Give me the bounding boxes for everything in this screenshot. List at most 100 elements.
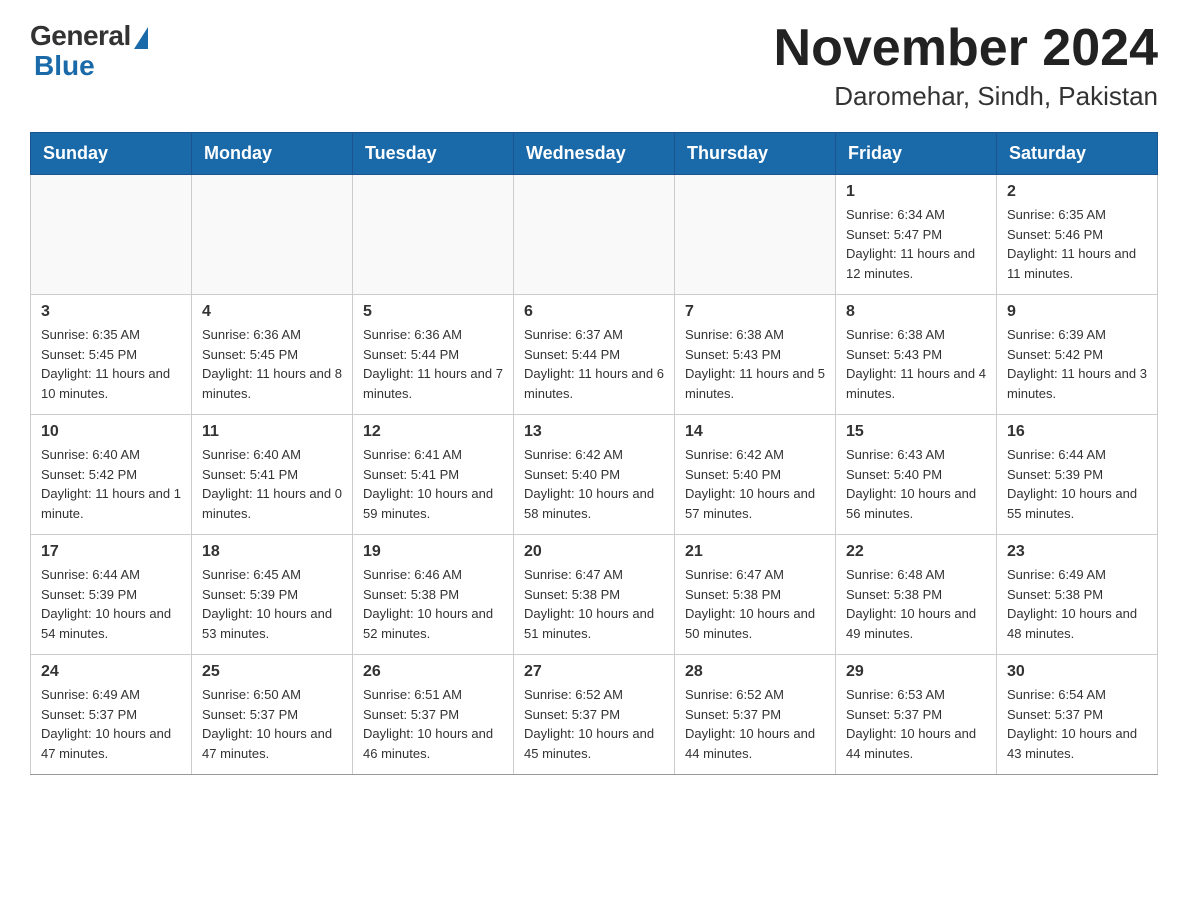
calendar-cell: 26Sunrise: 6:51 AM Sunset: 5:37 PM Dayli… [353, 655, 514, 775]
day-info: Sunrise: 6:36 AM Sunset: 5:45 PM Dayligh… [202, 325, 342, 403]
day-number: 27 [524, 663, 664, 681]
calendar-cell: 22 Sunrise: 6:48 AM Sunset: 5:38 PM Dayli… [836, 535, 997, 655]
calendar-cell: 27 Sunrise: 6:52 AM Sunset: 5:37 PM Dayli… [514, 655, 675, 775]
day-info: Sunrise: 6:52 AM Sunset: 5:37 PM Dayligh… [685, 685, 825, 763]
calendar-cell: 8 Sunrise: 6:38 AM Sunset: 5:43 PM Daylig… [836, 295, 997, 415]
day-info: Sunrise: 6:47 AM Sunset: 5:38 PM Dayligh… [685, 565, 825, 643]
week-row-2: 3 Sunrise: 6:35 AM Sunset: 5:45 PM Daylig… [31, 295, 1158, 415]
day-number: 25 [202, 663, 342, 681]
day-number: 18 [202, 543, 342, 561]
day-number: 1 [846, 183, 986, 201]
calendar-cell: 10 Sunrise: 6:40 AM Sunset: 5:42 PM Dayli… [31, 415, 192, 535]
calendar-cell: 2 Sunrise: 6:35 AM Sunset: 5:46 PM Daylig… [997, 175, 1158, 295]
column-header-tuesday: Tuesday [353, 133, 514, 175]
calendar-cell: 25Sunrise: 6:50 AM Sunset: 5:37 PM Dayli… [192, 655, 353, 775]
calendar-cell: 16Sunrise: 6:44 AM Sunset: 5:39 PM Dayli… [997, 415, 1158, 535]
day-number: 5 [363, 303, 503, 321]
calendar-cell: 18 Sunrise: 6:45 AM Sunset: 5:39 PM Dayli… [192, 535, 353, 655]
day-info: Sunrise: 6:41 AM Sunset: 5:41 PM Dayligh… [363, 445, 503, 523]
day-info: Sunrise: 6:42 AM Sunset: 5:40 PM Dayligh… [685, 445, 825, 523]
page-header: General Blue November 2024 Daromehar, Si… [30, 20, 1158, 112]
day-number: 2 [1007, 183, 1147, 201]
calendar-cell: 3 Sunrise: 6:35 AM Sunset: 5:45 PM Daylig… [31, 295, 192, 415]
day-info: Sunrise: 6:53 AM Sunset: 5:37 PM Dayligh… [846, 685, 986, 763]
week-row-5: 24 Sunrise: 6:49 AM Sunset: 5:37 PM Dayli… [31, 655, 1158, 775]
day-info: Sunrise: 6:35 AM Sunset: 5:45 PM Dayligh… [41, 325, 181, 403]
day-number: 21 [685, 543, 825, 561]
day-info: Sunrise: 6:52 AM Sunset: 5:37 PM Dayligh… [524, 685, 664, 763]
day-info: Sunrise: 6:35 AM Sunset: 5:46 PM Dayligh… [1007, 205, 1147, 283]
month-title: November 2024 [774, 20, 1158, 77]
calendar-cell: 7Sunrise: 6:38 AM Sunset: 5:43 PM Daylig… [675, 295, 836, 415]
day-number: 8 [846, 303, 986, 321]
day-number: 20 [524, 543, 664, 561]
day-info: Sunrise: 6:45 AM Sunset: 5:39 PM Dayligh… [202, 565, 342, 643]
logo-blue-text: Blue [34, 50, 95, 82]
calendar-cell: 15Sunrise: 6:43 AM Sunset: 5:40 PM Dayli… [836, 415, 997, 535]
calendar-cell: 21 Sunrise: 6:47 AM Sunset: 5:38 PM Dayli… [675, 535, 836, 655]
day-info: Sunrise: 6:37 AM Sunset: 5:44 PM Dayligh… [524, 325, 664, 403]
calendar-cell: 20Sunrise: 6:47 AM Sunset: 5:38 PM Dayli… [514, 535, 675, 655]
calendar-table: SundayMondayTuesdayWednesdayThursdayFrid… [30, 132, 1158, 775]
calendar-cell: 1 Sunrise: 6:34 AM Sunset: 5:47 PM Daylig… [836, 175, 997, 295]
location-subtitle: Daromehar, Sindh, Pakistan [774, 81, 1158, 112]
day-number: 13 [524, 423, 664, 441]
day-info: Sunrise: 6:38 AM Sunset: 5:43 PM Dayligh… [685, 325, 825, 403]
logo-general-text: General [30, 20, 131, 52]
day-number: 29 [846, 663, 986, 681]
calendar-cell: 12Sunrise: 6:41 AM Sunset: 5:41 PM Dayli… [353, 415, 514, 535]
calendar-cell: 6Sunrise: 6:37 AM Sunset: 5:44 PM Daylig… [514, 295, 675, 415]
column-header-saturday: Saturday [997, 133, 1158, 175]
calendar-cell: 17Sunrise: 6:44 AM Sunset: 5:39 PM Dayli… [31, 535, 192, 655]
day-number: 30 [1007, 663, 1147, 681]
calendar-header-row: SundayMondayTuesdayWednesdayThursdayFrid… [31, 133, 1158, 175]
day-info: Sunrise: 6:39 AM Sunset: 5:42 PM Dayligh… [1007, 325, 1147, 403]
logo: General Blue [30, 20, 148, 82]
day-number: 22 [846, 543, 986, 561]
calendar-cell [31, 175, 192, 295]
calendar-cell [514, 175, 675, 295]
day-number: 28 [685, 663, 825, 681]
calendar-cell: 5 Sunrise: 6:36 AM Sunset: 5:44 PM Daylig… [353, 295, 514, 415]
calendar-cell: 9 Sunrise: 6:39 AM Sunset: 5:42 PM Daylig… [997, 295, 1158, 415]
week-row-3: 10 Sunrise: 6:40 AM Sunset: 5:42 PM Dayli… [31, 415, 1158, 535]
day-info: Sunrise: 6:42 AM Sunset: 5:40 PM Dayligh… [524, 445, 664, 523]
day-info: Sunrise: 6:51 AM Sunset: 5:37 PM Dayligh… [363, 685, 503, 763]
day-number: 15 [846, 423, 986, 441]
calendar-cell: 13 Sunrise: 6:42 AM Sunset: 5:40 PM Dayli… [514, 415, 675, 535]
day-info: Sunrise: 6:49 AM Sunset: 5:37 PM Dayligh… [41, 685, 181, 763]
day-info: Sunrise: 6:44 AM Sunset: 5:39 PM Dayligh… [1007, 445, 1147, 523]
week-row-1: 1 Sunrise: 6:34 AM Sunset: 5:47 PM Daylig… [31, 175, 1158, 295]
day-info: Sunrise: 6:40 AM Sunset: 5:42 PM Dayligh… [41, 445, 181, 523]
column-header-thursday: Thursday [675, 133, 836, 175]
day-number: 23 [1007, 543, 1147, 561]
calendar-cell: 30Sunrise: 6:54 AM Sunset: 5:37 PM Dayli… [997, 655, 1158, 775]
column-header-monday: Monday [192, 133, 353, 175]
column-header-sunday: Sunday [31, 133, 192, 175]
day-number: 4 [202, 303, 342, 321]
week-row-4: 17Sunrise: 6:44 AM Sunset: 5:39 PM Dayli… [31, 535, 1158, 655]
day-number: 19 [363, 543, 503, 561]
day-info: Sunrise: 6:40 AM Sunset: 5:41 PM Dayligh… [202, 445, 342, 523]
logo-triangle-icon [134, 27, 148, 49]
calendar-cell: 28 Sunrise: 6:52 AM Sunset: 5:37 PM Dayli… [675, 655, 836, 775]
column-header-wednesday: Wednesday [514, 133, 675, 175]
day-info: Sunrise: 6:34 AM Sunset: 5:47 PM Dayligh… [846, 205, 986, 283]
day-number: 9 [1007, 303, 1147, 321]
calendar-cell: 23 Sunrise: 6:49 AM Sunset: 5:38 PM Dayli… [997, 535, 1158, 655]
calendar-cell: 11Sunrise: 6:40 AM Sunset: 5:41 PM Dayli… [192, 415, 353, 535]
calendar-cell: 4 Sunrise: 6:36 AM Sunset: 5:45 PM Daylig… [192, 295, 353, 415]
calendar-cell: 29 Sunrise: 6:53 AM Sunset: 5:37 PM Dayli… [836, 655, 997, 775]
day-number: 14 [685, 423, 825, 441]
day-info: Sunrise: 6:48 AM Sunset: 5:38 PM Dayligh… [846, 565, 986, 643]
day-info: Sunrise: 6:38 AM Sunset: 5:43 PM Dayligh… [846, 325, 986, 403]
column-header-friday: Friday [836, 133, 997, 175]
day-number: 3 [41, 303, 181, 321]
calendar-cell: 14 Sunrise: 6:42 AM Sunset: 5:40 PM Dayli… [675, 415, 836, 535]
day-info: Sunrise: 6:36 AM Sunset: 5:44 PM Dayligh… [363, 325, 503, 403]
day-number: 24 [41, 663, 181, 681]
day-info: Sunrise: 6:49 AM Sunset: 5:38 PM Dayligh… [1007, 565, 1147, 643]
calendar-cell: 19Sunrise: 6:46 AM Sunset: 5:38 PM Dayli… [353, 535, 514, 655]
day-number: 10 [41, 423, 181, 441]
calendar-cell [675, 175, 836, 295]
